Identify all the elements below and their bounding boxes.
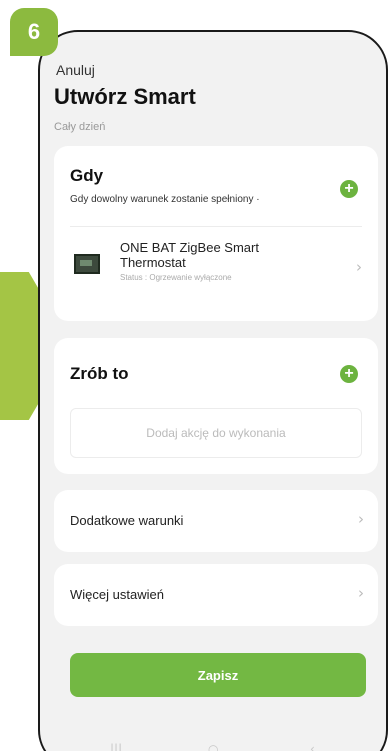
back-icon[interactable]: ‹ [310, 742, 315, 751]
device-name: ONE BAT ZigBee Smart Thermostat [120, 240, 259, 270]
thermostat-icon [74, 254, 100, 274]
add-action-icon[interactable]: + [340, 365, 358, 383]
phone-frame: Anuluj Utwórz Smart Cały dzień Gdy + Gdy… [38, 30, 388, 751]
recent-apps-icon[interactable]: ||| [110, 742, 122, 751]
system-nav-bar: ||| ○ ‹ [40, 738, 386, 751]
page-title: Utwórz Smart [54, 84, 196, 109]
condition-title: Gdy [70, 166, 104, 185]
save-button[interactable]: Zapisz [70, 653, 366, 697]
condition-card: Gdy + Gdy dowolny warunek zostanie spełn… [54, 146, 378, 321]
extra-conditions-row[interactable]: Dodatkowe warunki › [54, 490, 378, 552]
chevron-right-icon: › [356, 258, 362, 276]
action-title: Zrób to [70, 364, 129, 383]
more-settings-row[interactable]: Więcej ustawień › [54, 564, 378, 626]
device-condition-row[interactable]: ONE BAT ZigBee Smart Thermostat Status :… [70, 234, 366, 296]
step-number-badge: 6 [10, 8, 58, 56]
more-settings-label: Więcej ustawień [70, 587, 164, 602]
page-subtitle: Cały dzień [54, 121, 106, 133]
cancel-button[interactable]: Anuluj [56, 62, 95, 78]
add-condition-icon[interactable]: + [340, 180, 358, 198]
home-icon[interactable]: ○ [208, 742, 218, 751]
add-action-button[interactable]: Dodaj akcję do wykonania [70, 408, 362, 458]
action-card: Zrób to + Dodaj akcję do wykonania [54, 338, 378, 474]
device-status: Status : Ogrzewanie wyłączone [120, 273, 232, 282]
condition-mode-selector[interactable]: Gdy dowolny warunek zostanie spełniony · [70, 194, 260, 205]
chevron-right-icon: › [358, 510, 364, 528]
extra-conditions-label: Dodatkowe warunki [70, 513, 184, 528]
divider [70, 226, 362, 227]
chevron-right-icon: › [358, 584, 364, 602]
